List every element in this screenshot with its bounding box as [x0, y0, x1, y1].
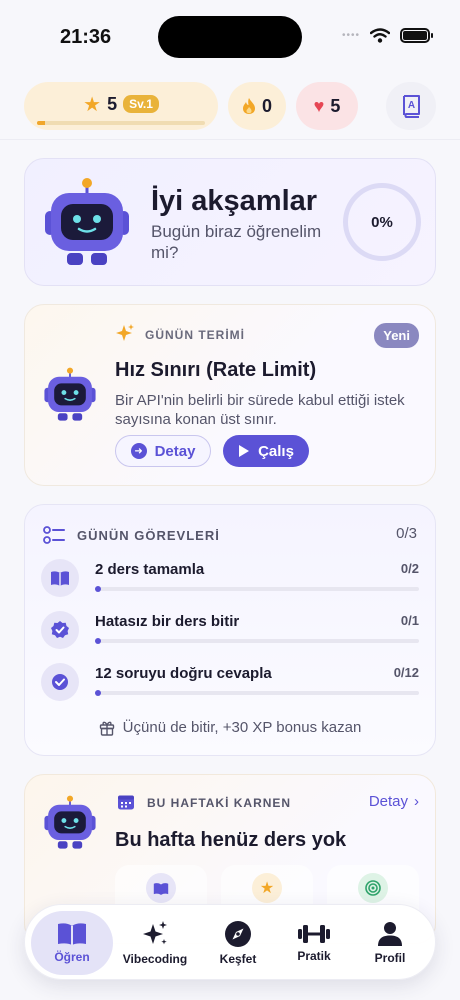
task-progress-bar — [95, 690, 419, 696]
weekly-title: Bu hafta henüz ders yok — [115, 829, 347, 851]
sparkle-icon — [116, 324, 134, 341]
book-icon — [41, 559, 79, 597]
dictionary-button[interactable]: A — [386, 82, 436, 130]
greeting-card: İyi akşamlar Bugün biraz öğrenelim mi? 0… — [24, 158, 436, 286]
robot-mascot-icon — [44, 795, 96, 849]
tab-vibecoding[interactable]: Vibecoding — [117, 911, 193, 975]
task-progress-bar — [95, 638, 419, 644]
wifi-icon — [370, 28, 390, 43]
tab-label: Vibecoding — [122, 952, 188, 966]
flame-icon — [242, 98, 255, 114]
status-icons: •••• — [341, 28, 433, 43]
hearts-pill[interactable]: ♥ 5 — [296, 82, 358, 130]
sparkles-icon — [143, 921, 167, 945]
dynamic-island — [158, 16, 302, 58]
heart-icon: ♥ — [313, 95, 325, 116]
compass-icon — [225, 921, 251, 947]
term-detail-label: Detay — [154, 442, 196, 460]
task-item[interactable]: Hatasız bir ders bitir 0/1 — [41, 611, 421, 651]
task-progress: 0/12 — [393, 665, 419, 680]
tab-label: Keşfet — [219, 952, 257, 966]
task-progress-bar — [95, 586, 419, 592]
top-bar: ★ 5 Sv.1 0 ♥ 5 A — [0, 80, 460, 140]
tab-label: Pratik — [297, 949, 331, 963]
tasks-header: GÜNÜN GÖREVLERİ — [43, 525, 220, 545]
task-label: 2 ders tamamla — [95, 561, 205, 578]
tasks-title: GÜNÜN GÖREVLERİ — [77, 527, 220, 543]
status-time: 21:36 — [60, 26, 112, 48]
target-icon — [358, 873, 388, 903]
tab-explore[interactable]: Keşfet — [203, 911, 273, 975]
bonus-hint: Üçünü de bitir, +30 XP bonus kazan — [25, 719, 435, 736]
calendar-icon — [118, 795, 134, 810]
tab-label: Profil — [374, 951, 406, 965]
level-stars: 5 — [107, 93, 118, 114]
daily-progress-ring: 0% — [343, 183, 421, 261]
checklist-icon — [43, 526, 65, 544]
term-detail-button[interactable]: ➜ Detay — [115, 435, 211, 467]
bonus-text: Üçünü de bitir, +30 XP bonus kazan — [122, 719, 362, 736]
gift-icon — [99, 721, 114, 736]
tab-learn[interactable]: Öğren — [31, 911, 113, 975]
tab-practice[interactable]: Pratik — [281, 911, 347, 975]
daily-tasks-card: GÜNÜN GÖREVLERİ 0/3 2 ders tamamla 0/2 H… — [24, 504, 436, 756]
term-label: GÜNÜN TERİMİ — [145, 328, 245, 342]
robot-mascot-icon — [44, 367, 96, 421]
status-bar: 21:36 •••• — [0, 0, 460, 70]
weekly-detail-label: Detay — [368, 793, 408, 810]
check-circle-icon — [41, 663, 79, 701]
level-badge: Sv.1 — [123, 95, 159, 113]
verified-badge-icon — [41, 611, 79, 649]
term-study-label: Çalış — [258, 442, 294, 460]
star-icon: ★ — [252, 873, 282, 903]
tab-profile[interactable]: Profil — [355, 911, 425, 975]
task-label: Hatasız bir ders bitir — [95, 613, 240, 630]
open-book-icon — [58, 923, 86, 945]
task-progress: 0/2 — [400, 561, 419, 576]
tab-bar: Öğren Vibecoding Keşfet Pratik Profil — [24, 904, 436, 980]
dictionary-icon: A — [403, 95, 420, 118]
star-icon: ★ — [83, 93, 102, 116]
task-progress: 0/1 — [400, 613, 419, 628]
term-title: Hız Sınırı (Rate Limit) — [115, 359, 317, 381]
tasks-count: 0/3 — [396, 525, 417, 542]
book-icon — [146, 873, 176, 903]
greeting-title: İyi akşamlar — [151, 185, 318, 217]
battery-icon — [400, 28, 433, 43]
arrow-right-icon: ➜ — [130, 443, 147, 459]
weekly-detail-link[interactable]: Detay › — [369, 793, 419, 810]
chevron-right-icon: › — [414, 793, 419, 810]
xp-progress-bar — [37, 120, 205, 125]
svg-text:A: A — [408, 100, 415, 111]
hearts-count: 5 — [330, 95, 341, 116]
new-badge: Yeni — [374, 323, 419, 348]
greeting-subtitle: Bugün biraz öğrenelim mi? — [151, 222, 322, 262]
term-study-button[interactable]: Çalış — [223, 435, 309, 467]
daily-progress-value: 0% — [371, 213, 393, 231]
term-description: Bir API'nin belirli bir sürede kabul ett… — [115, 392, 405, 428]
streak-pill[interactable]: 0 — [228, 82, 286, 130]
signal-icon: •••• — [341, 30, 360, 41]
tab-label: Öğren — [54, 950, 90, 964]
task-item[interactable]: 12 soruyu doğru cevapla 0/12 — [41, 663, 421, 703]
play-icon — [239, 445, 250, 457]
task-label: 12 soruyu doğru cevapla — [95, 665, 272, 682]
level-pill[interactable]: ★ 5 Sv.1 — [24, 82, 218, 130]
dumbbell-icon — [298, 925, 330, 943]
person-icon — [378, 922, 402, 946]
task-item[interactable]: 2 ders tamamla 0/2 — [41, 559, 421, 599]
term-of-day-card[interactable]: GÜNÜN TERİMİ Yeni Hız Sınırı (Rate Limit… — [24, 304, 436, 486]
streak-count: 0 — [261, 95, 272, 116]
robot-mascot-icon — [45, 178, 129, 265]
weekly-label: BU HAFTAKİ KARNEN — [147, 796, 292, 810]
